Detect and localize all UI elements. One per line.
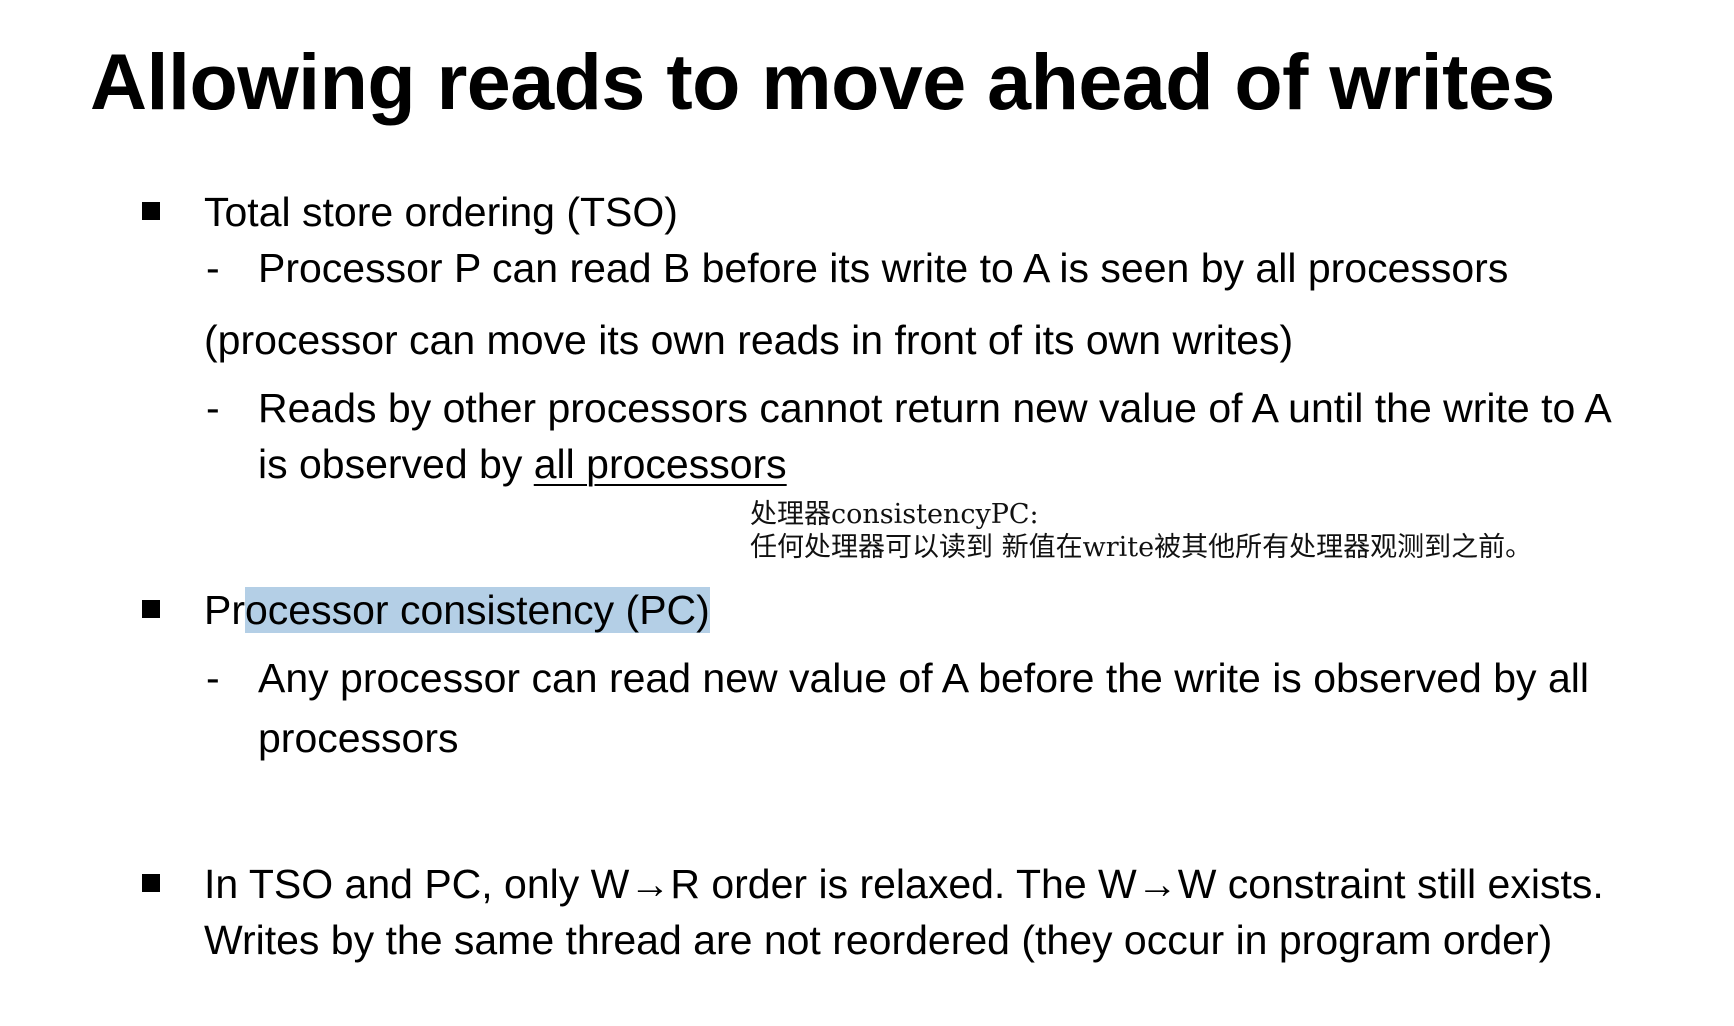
pc-heading-highlighted[interactable]: ocessor consistency (PC)	[245, 587, 710, 633]
tso-point-2-underlined: all processors	[533, 441, 787, 487]
tso-point-1: Processor P can read B before its write …	[258, 245, 1509, 291]
pc-heading: Processor consistency (PC)	[204, 582, 710, 638]
pc-point-1-line1: Any processor can read new value of A be…	[258, 655, 1589, 701]
slide: Allowing reads to move ahead of writes T…	[0, 0, 1734, 1026]
tso-point-2-prefix: is observed by	[258, 441, 534, 487]
tso-point-2-line2: is observed by all processors	[258, 436, 787, 492]
tso-paren-note: (processor can move its own reads in fro…	[204, 317, 1294, 363]
annotation-line-1: 处理器consistencyPC:	[750, 499, 1039, 530]
bullet-square-pc	[142, 600, 160, 618]
tso-dash-2: -	[206, 385, 220, 431]
summary-line-1: In TSO and PC, only W→R order is relaxed…	[204, 861, 1604, 907]
bullet-square-tso	[142, 202, 160, 220]
tso-point-2-line1: Reads by other processors cannot return …	[258, 385, 1612, 431]
summary-line-2: Writes by the same thread are not reorde…	[204, 917, 1553, 963]
annotation-line-2: 任何处理器可以读到 新值在write被其他所有处理器观测到之前。	[750, 532, 1533, 563]
bullet-square-summary	[142, 874, 160, 892]
pc-point-1-line2: processors	[258, 715, 459, 761]
pc-dash-1: -	[206, 655, 220, 701]
tso-dash-1: -	[206, 245, 220, 291]
tso-heading: Total store ordering (TSO)	[204, 189, 678, 235]
slide-title: Allowing reads to move ahead of writes	[90, 37, 1555, 126]
pc-heading-prefix: Pr	[204, 587, 245, 633]
